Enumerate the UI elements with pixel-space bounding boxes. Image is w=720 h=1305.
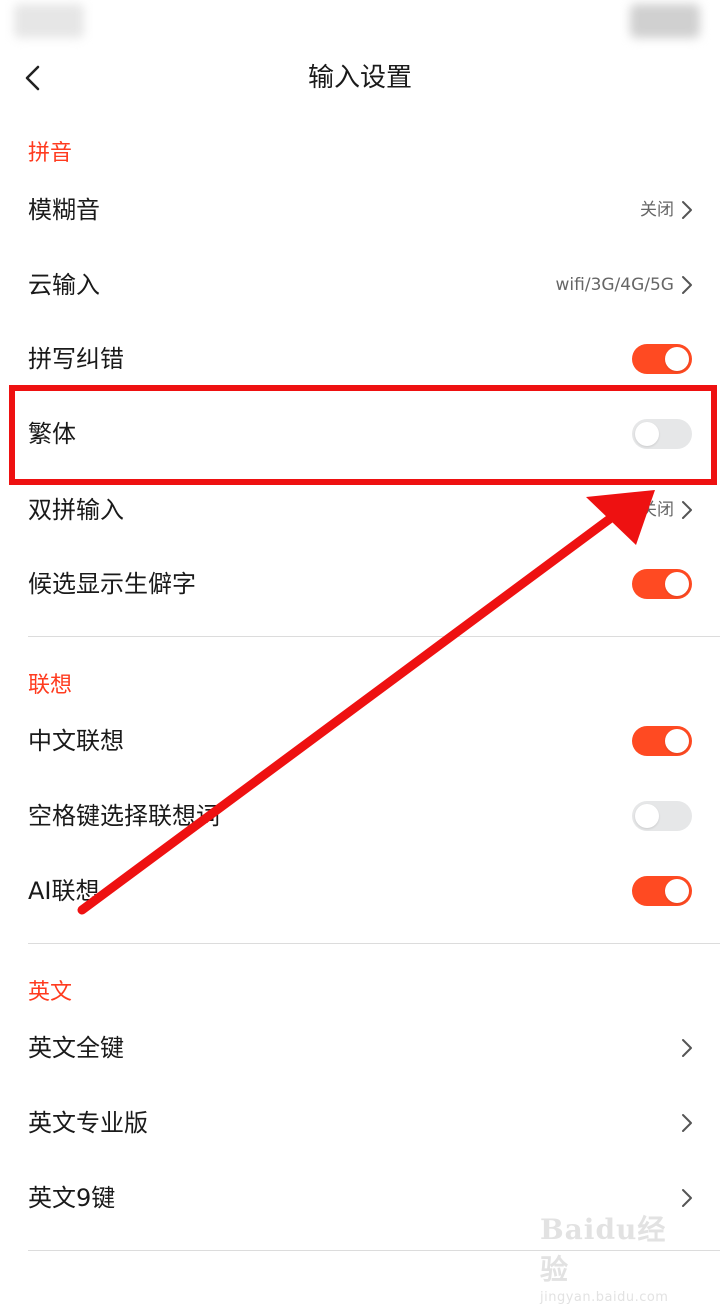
setting-label: 繁体 bbox=[28, 420, 76, 448]
setting-row-english-pro[interactable]: 英文专业版 bbox=[0, 1091, 720, 1155]
ai-association-toggle[interactable] bbox=[632, 876, 692, 906]
traditional-chinese-toggle[interactable] bbox=[632, 419, 692, 449]
chevron-right-icon bbox=[680, 498, 694, 522]
setting-row-ai-association: AI联想 bbox=[0, 859, 720, 923]
setting-value: 关闭 bbox=[640, 500, 674, 520]
watermark-sub: jingyan.baidu.com bbox=[540, 1290, 669, 1305]
spell-correction-toggle[interactable] bbox=[632, 344, 692, 374]
setting-row-traditional-chinese: 繁体 bbox=[0, 402, 720, 466]
setting-label: 空格键选择联想词 bbox=[28, 802, 220, 830]
section-divider bbox=[28, 1250, 720, 1251]
setting-row-chinese-association: 中文联想 bbox=[0, 709, 720, 773]
toggle-knob bbox=[635, 804, 659, 828]
setting-label: 双拼输入 bbox=[28, 496, 124, 524]
setting-label: 英文9键 bbox=[28, 1184, 116, 1212]
chinese-association-toggle[interactable] bbox=[632, 726, 692, 756]
status-bar-right-blurred bbox=[630, 4, 700, 38]
chevron-right-icon bbox=[680, 198, 694, 222]
setting-value: wifi/3G/4G/5G bbox=[555, 275, 675, 295]
setting-row-spell-correction: 拼写纠错 bbox=[0, 327, 720, 391]
toggle-knob bbox=[635, 422, 659, 446]
setting-label: 中文联想 bbox=[28, 727, 124, 755]
rare-characters-toggle[interactable] bbox=[632, 569, 692, 599]
setting-label: 候选显示生僻字 bbox=[28, 570, 196, 598]
setting-row-rare-characters: 候选显示生僻字 bbox=[0, 552, 720, 616]
setting-label: 模糊音 bbox=[28, 196, 100, 224]
setting-row-space-select-association: 空格键选择联想词 bbox=[0, 784, 720, 848]
chevron-right-icon bbox=[680, 1036, 694, 1060]
setting-row-fuzzy-sound[interactable]: 模糊音 关闭 bbox=[0, 178, 720, 242]
chevron-right-icon bbox=[680, 1186, 694, 1210]
toggle-knob bbox=[665, 729, 689, 753]
setting-row-cloud-input[interactable]: 云输入 wifi/3G/4G/5G bbox=[0, 253, 720, 317]
page-title: 输入设置 bbox=[307, 63, 412, 93]
section-title-association: 联想 bbox=[28, 673, 73, 698]
setting-row-english-full-keyboard[interactable]: 英文全键 bbox=[0, 1016, 720, 1080]
setting-row-double-pinyin[interactable]: 双拼输入 关闭 bbox=[0, 478, 720, 542]
chevron-right-icon bbox=[680, 273, 694, 297]
setting-label: 英文专业版 bbox=[28, 1109, 148, 1137]
section-title-english: 英文 bbox=[28, 980, 73, 1005]
setting-label: AI联想 bbox=[28, 877, 100, 905]
section-divider bbox=[28, 636, 720, 637]
toggle-knob bbox=[665, 347, 689, 371]
setting-label: 云输入 bbox=[28, 271, 100, 299]
section-title-pinyin: 拼音 bbox=[28, 141, 73, 166]
setting-row-english-9key[interactable]: 英文9键 bbox=[0, 1166, 720, 1230]
section-divider bbox=[28, 943, 720, 944]
toggle-knob bbox=[665, 879, 689, 903]
setting-label: 拼写纠错 bbox=[28, 345, 124, 373]
setting-label: 英文全键 bbox=[28, 1034, 124, 1062]
toggle-knob bbox=[665, 572, 689, 596]
setting-value: 关闭 bbox=[640, 200, 674, 220]
space-select-association-toggle[interactable] bbox=[632, 801, 692, 831]
status-bar-left-blurred bbox=[14, 4, 84, 38]
chevron-right-icon bbox=[680, 1111, 694, 1135]
